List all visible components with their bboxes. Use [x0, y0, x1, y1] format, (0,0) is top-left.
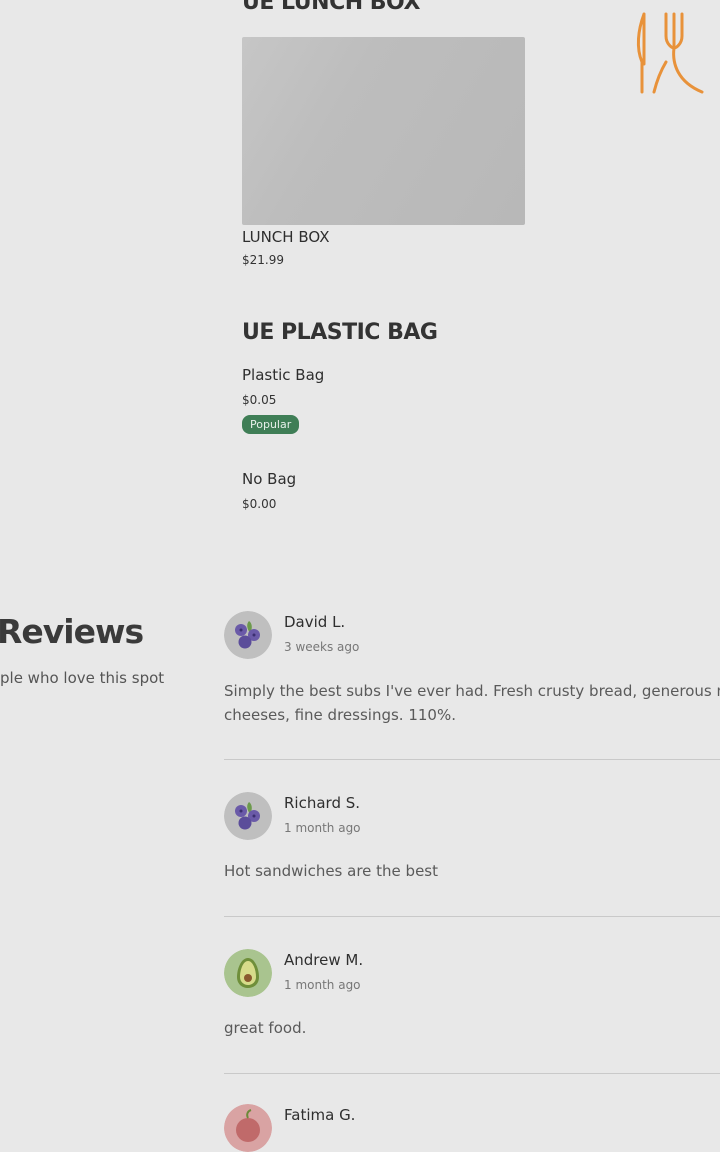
reviewer-name: Richard S. [284, 794, 361, 812]
item-price: $0.00 [242, 497, 277, 511]
reviewer-name: Fatima G. [284, 1106, 356, 1124]
review-text: Simply the best subs I've ever had. Fres… [224, 682, 720, 724]
review-text: Hot sandwiches are the best [224, 862, 438, 880]
item-name: No Bag [242, 470, 297, 488]
item-price: $0.05 [242, 393, 277, 407]
section-title-plastic-bag: UE PLASTIC BAG [242, 320, 438, 345]
divider [224, 759, 720, 760]
review-date: 1 month ago [284, 821, 361, 835]
peach-icon [224, 1104, 272, 1152]
divider [224, 916, 720, 917]
item-price: $21.99 [242, 253, 284, 267]
review-date: 1 month ago [284, 978, 361, 992]
fork-knife-icon [636, 12, 704, 94]
popular-badge: Popular [242, 415, 300, 434]
reviews-subheading: ple who love this spot [0, 669, 165, 687]
item-name: LUNCH BOX [242, 228, 330, 246]
divider [224, 1073, 720, 1074]
reviewer-name: David L. [284, 613, 346, 631]
review-text: great food. [224, 1019, 307, 1037]
review-date: 3 weeks ago [284, 640, 360, 654]
item-name: Plastic Bag [242, 366, 325, 384]
blueberry-icon [224, 792, 272, 840]
item-image [242, 37, 525, 225]
reviews-heading: Reviews [0, 612, 144, 651]
reviewer-name: Andrew M. [284, 951, 364, 969]
blueberry-icon [224, 611, 272, 659]
avocado-icon [224, 949, 272, 997]
section-title-lunch-box: UE LUNCH BOX [242, 0, 420, 15]
